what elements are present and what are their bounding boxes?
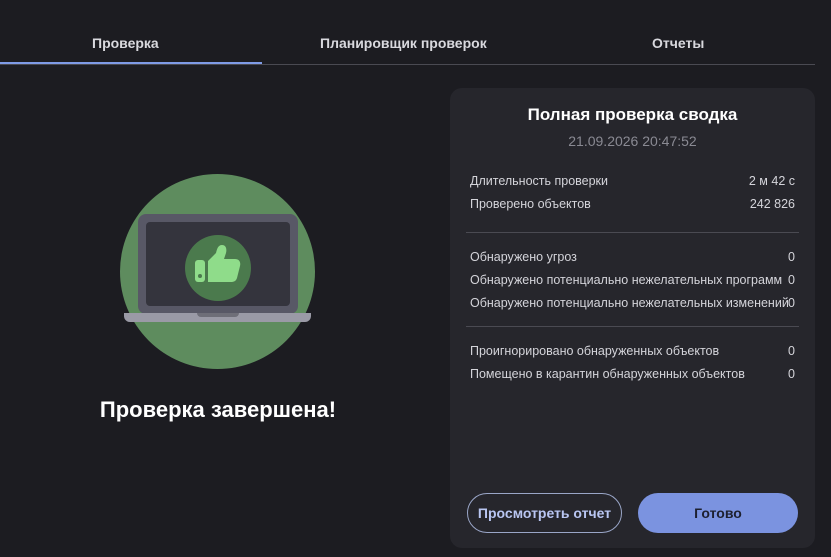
done-button[interactable]: Готово [638,493,798,533]
tab-reports[interactable]: Отчеты [652,35,704,51]
row-label: Помещено в карантин обнаруженных объекто… [470,367,745,381]
row-value: 242 826 [749,197,795,211]
row-value: 0 [788,250,795,264]
row-label: Обнаружено потенциально нежелательных пр… [470,273,783,287]
row-label: Проигнорировано обнаруженных объектов [470,344,720,358]
row-value: 2 м 42 с [748,174,795,188]
scan-result-hero: Проверка завершена! [0,64,440,557]
row-value: 0 [788,367,795,381]
divider [466,326,799,327]
tab-bar: Проверка Планировщик проверок Отчеты [0,0,815,65]
row-value: 0 [788,296,795,310]
divider [466,232,799,233]
tab-scan[interactable]: Проверка [92,35,159,51]
row-label: Длительность проверки [470,174,609,188]
row-value: 0 [788,344,795,358]
laptop-notch [197,313,239,317]
row-label: Проверено объектов [470,197,591,211]
row-label: Обнаружено потенциально нежелательных из… [470,296,789,310]
summary-title: Полная проверка сводка [527,105,738,124]
thumbs-up-icon [185,235,251,301]
summary-date: 21.09.2026 20:47:52 [568,133,697,149]
scan-complete-title: Проверка завершена! [99,397,337,422]
row-label: Обнаружено угроз [470,250,577,264]
view-report-button[interactable]: Просмотреть отчет [467,493,622,533]
scan-summary-card: Полная проверка сводка 21.09.2026 20:47:… [450,88,815,548]
tab-scan-scheduler[interactable]: Планировщик проверок [320,35,487,51]
row-value: 0 [788,273,795,287]
